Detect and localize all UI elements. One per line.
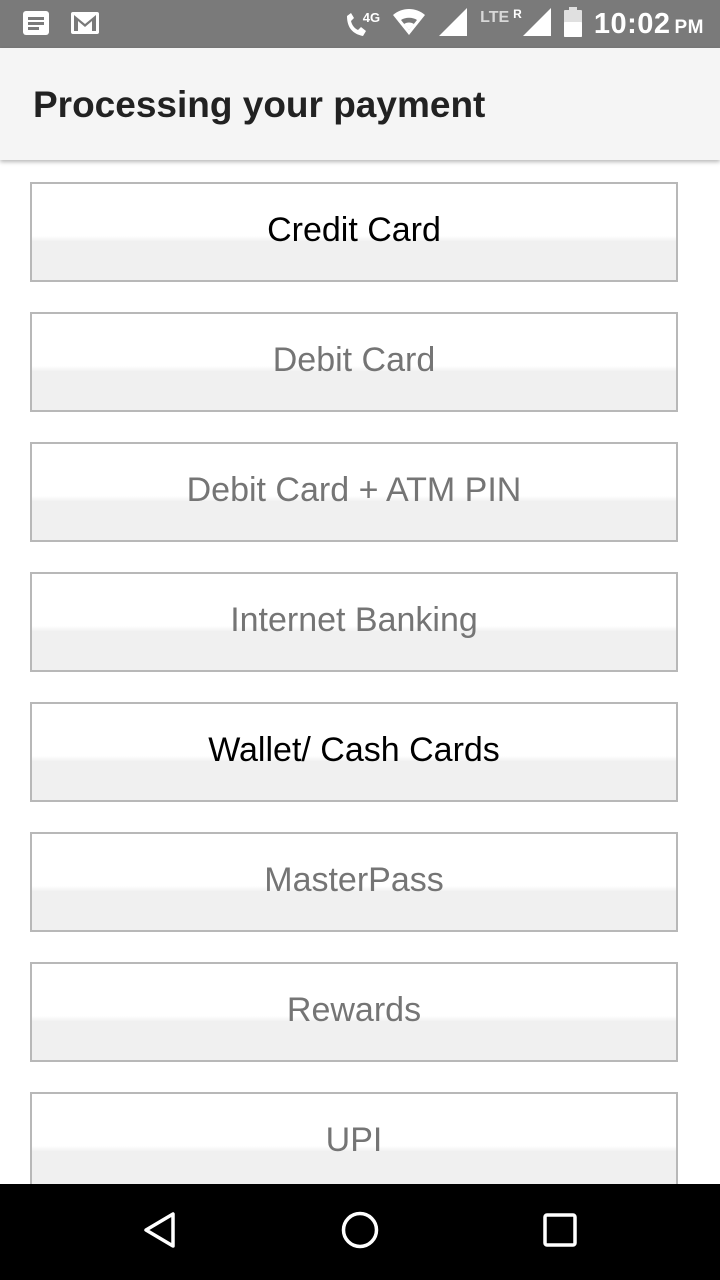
lte-label: LTE bbox=[480, 9, 510, 26]
option-label: Credit Card bbox=[267, 210, 441, 249]
clock-ampm: PM bbox=[674, 16, 704, 38]
option-label: MasterPass bbox=[264, 860, 444, 899]
status-bar: 4G LTE R 10:02 PM bbox=[0, 0, 720, 48]
option-debit-card-atm-pin[interactable]: Debit Card + ATM PIN bbox=[30, 442, 678, 542]
option-label: Debit Card bbox=[272, 340, 436, 379]
option-rewards[interactable]: Rewards bbox=[30, 962, 678, 1062]
roaming-label: R bbox=[513, 7, 522, 21]
option-label: Rewards bbox=[286, 990, 422, 1029]
option-label: UPI bbox=[325, 1120, 383, 1159]
recents-button[interactable] bbox=[536, 1208, 584, 1256]
back-button[interactable] bbox=[136, 1208, 184, 1256]
wifi-icon bbox=[392, 8, 426, 41]
signal-icon bbox=[438, 7, 468, 42]
app-bar: Processing your payment bbox=[0, 48, 720, 160]
notes-icon bbox=[22, 10, 50, 41]
signal-roaming-icon bbox=[522, 7, 552, 42]
option-wallet-cash-cards[interactable]: Wallet/ Cash Cards bbox=[30, 702, 678, 802]
page-title: Processing your payment bbox=[33, 84, 486, 125]
option-internet-banking[interactable]: Internet Banking bbox=[30, 572, 678, 672]
recents-icon bbox=[540, 1210, 580, 1255]
option-upi[interactable]: UPI bbox=[30, 1092, 678, 1184]
option-label: Internet Banking bbox=[230, 600, 478, 639]
clock-time: 10:02 bbox=[593, 7, 671, 40]
option-credit-card[interactable]: Credit Card bbox=[30, 182, 678, 282]
battery-icon bbox=[563, 6, 582, 42]
gmail-icon bbox=[70, 11, 100, 40]
home-button[interactable] bbox=[336, 1208, 384, 1256]
back-icon bbox=[140, 1210, 180, 1255]
option-masterpass[interactable]: MasterPass bbox=[30, 832, 678, 932]
volte-call-icon: 4G bbox=[343, 10, 380, 38]
network-label: 4G bbox=[362, 10, 381, 25]
home-icon bbox=[340, 1210, 380, 1255]
option-label: Wallet/ Cash Cards bbox=[208, 730, 500, 769]
clock: 10:02 PM bbox=[594, 8, 704, 41]
payment-options-list[interactable]: Credit Card Debit Card Debit Card + ATM … bbox=[0, 160, 720, 1184]
navigation-bar bbox=[0, 1184, 720, 1280]
option-debit-card[interactable]: Debit Card bbox=[30, 312, 678, 412]
option-label: Debit Card + ATM PIN bbox=[186, 470, 522, 509]
